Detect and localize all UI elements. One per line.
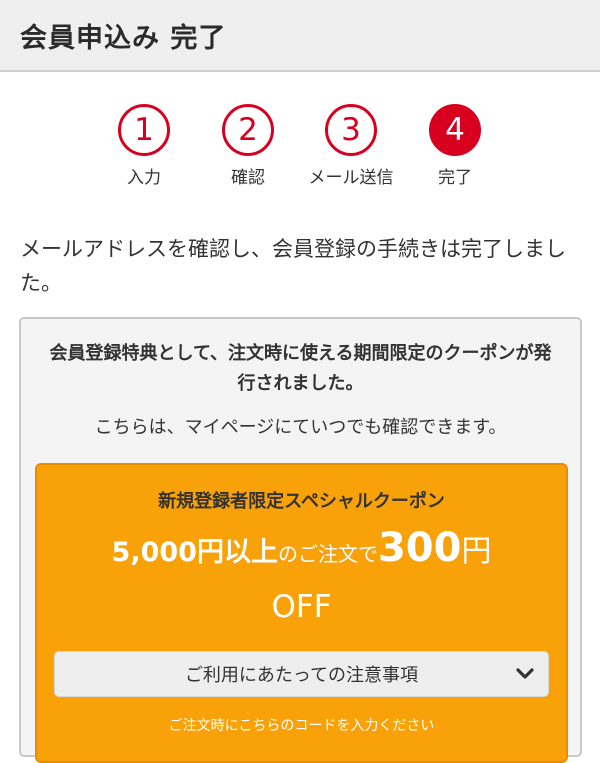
progress-steps: 1 入力 2 確認 3 メール送信 4 完了 bbox=[0, 72, 600, 200]
step-1-number: 1 bbox=[118, 104, 170, 156]
step-4-label: 完了 bbox=[438, 168, 472, 188]
usage-notes-label: ご利用にあたっての注意事項 bbox=[184, 665, 419, 686]
coupon-card: 新規登録者限定スペシャルクーポン 5,000円以上のご注文で300円 OFF ご… bbox=[35, 463, 568, 763]
benefit-title: 会員登録特典として、注文時に使える期間限定のクーポンが発行されました。 bbox=[49, 343, 552, 394]
page-header: 会員申込み 完了 bbox=[0, 0, 600, 72]
coupon-off: OFF bbox=[271, 589, 332, 625]
step-4: 4 完了 bbox=[400, 104, 510, 188]
benefit-note: こちらは、マイページにていつでも確認できます。 bbox=[94, 417, 507, 438]
page-title: 会員申込み 完了 bbox=[20, 22, 227, 54]
step-1: 1 入力 bbox=[89, 104, 199, 188]
step-2: 2 確認 bbox=[193, 104, 303, 188]
step-2-label: 確認 bbox=[231, 168, 265, 188]
coupon-yen: 円 bbox=[461, 534, 492, 569]
coupon-text: のご注文で bbox=[277, 542, 378, 566]
coupon-name: 新規登録者限定スペシャルクーポン bbox=[158, 491, 445, 512]
step-4-number: 4 bbox=[429, 104, 481, 156]
benefit-box: 会員登録特典として、注文時に使える期間限定のクーポンが発行されました。 こちらは… bbox=[19, 317, 582, 763]
step-2-number: 2 bbox=[222, 104, 274, 156]
step-1-label: 入力 bbox=[127, 168, 161, 188]
completion-message: メールアドレスを確認し、会員登録の手続きは完了しました。 bbox=[20, 237, 566, 295]
chevron-down-icon bbox=[516, 668, 534, 679]
step-3-number: 3 bbox=[325, 104, 377, 156]
coupon-minimum: 5,000円以上 bbox=[111, 537, 278, 568]
coupon-amount: 300 bbox=[377, 525, 462, 571]
coupon-code-hint: ご注文時にこちらのコードを入力ください bbox=[168, 718, 435, 734]
step-3-label: メール送信 bbox=[308, 168, 394, 188]
step-3: 3 メール送信 bbox=[296, 104, 406, 188]
coupon-condition: 5,000円以上のご注文で300円 bbox=[37, 521, 566, 583]
usage-notes-button[interactable]: ご利用にあたっての注意事項 bbox=[54, 651, 549, 697]
